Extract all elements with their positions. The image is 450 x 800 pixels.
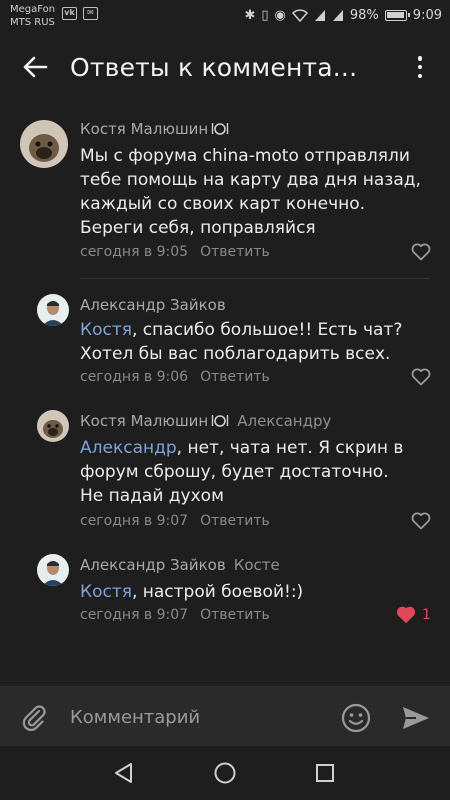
page-title: Ответы к коммента...: [70, 52, 358, 82]
mention-link[interactable]: Костя: [80, 582, 132, 602]
comment-composer: [0, 686, 450, 746]
heart-outline-icon: [411, 243, 431, 261]
send-icon: [403, 707, 429, 729]
avatar[interactable]: [20, 120, 68, 168]
more-menu-button[interactable]: [408, 54, 432, 80]
comment-time: сегодня в 9:07: [80, 513, 189, 529]
more-vert-icon: [417, 56, 423, 61]
reply-to-name[interactable]: Александру: [237, 412, 331, 430]
carrier-info: MegaFon MTS RUS: [10, 3, 55, 29]
nav-back-button[interactable]: [111, 760, 137, 786]
triangle-back-icon: [115, 763, 132, 783]
arrow-left-icon: [23, 56, 48, 78]
back-button[interactable]: [0, 34, 70, 100]
reply-button[interactable]: Ответить: [200, 607, 270, 623]
mention-link[interactable]: Александр: [80, 438, 177, 458]
comment-time: сегодня в 9:06: [80, 369, 189, 385]
battery-icon: [384, 10, 410, 21]
battery-percent: 98%: [349, 8, 379, 23]
send-button[interactable]: [400, 703, 432, 733]
comment-author[interactable]: Александр Зайков: [80, 556, 226, 574]
vk-icon: vk: [62, 7, 77, 20]
vibrate-icon: ▯: [261, 8, 269, 23]
divider: [80, 278, 430, 279]
comment-time: сегодня в 9:07: [80, 607, 189, 623]
app-bar: Ответы к коммента...: [0, 34, 450, 100]
nav-recents-button[interactable]: [312, 760, 338, 786]
wifi-icon: [291, 9, 308, 22]
carrier-2: MTS RUS: [10, 17, 55, 28]
reply-button[interactable]: Ответить: [200, 513, 270, 529]
reply-button[interactable]: Ответить: [200, 244, 270, 260]
nav-home-button[interactable]: [212, 760, 238, 786]
system-nav-bar: [0, 746, 450, 800]
plate-icon: [212, 415, 229, 427]
like-button[interactable]: [411, 512, 431, 530]
comment-author[interactable]: Александр Зайков: [80, 296, 226, 314]
clock: 9:09: [412, 8, 442, 23]
signal-icon: [332, 10, 343, 21]
comment-text: Костя, спасибо большое!! Есть чат? Хотел…: [80, 320, 403, 364]
comment-text: Мы с форума china-moto отправляли тебе п…: [80, 146, 421, 238]
status-bar: MegaFon MTS RUS vk ✉ ✱ ▯ ◉ 98% 9:09: [0, 0, 450, 34]
mention-link[interactable]: Костя: [80, 320, 132, 340]
comment-time: сегодня в 9:05: [80, 244, 189, 260]
avatar[interactable]: [37, 554, 69, 586]
like-button[interactable]: [411, 368, 431, 386]
reply-to-name[interactable]: Косте: [234, 556, 280, 574]
smiley-icon: [341, 703, 371, 733]
plate-icon: [212, 123, 229, 135]
attach-button[interactable]: [20, 703, 50, 733]
comment-author[interactable]: Костя Малюшин: [80, 120, 208, 138]
comment-author[interactable]: Костя Малюшин: [80, 412, 208, 430]
eye-icon: ◉: [274, 8, 286, 23]
emoji-button[interactable]: [340, 702, 372, 734]
avatar[interactable]: [37, 294, 69, 326]
heart-outline-icon: [411, 368, 431, 386]
like-button[interactable]: 1: [396, 606, 431, 624]
comment-text: Александр, нет, чата нет. Я скрин в фору…: [80, 438, 404, 506]
mail-icon: ✉: [83, 7, 98, 20]
like-count: 1: [422, 607, 431, 623]
comment-input[interactable]: [70, 701, 320, 733]
comment-text: Костя, настрой боевой!:): [80, 582, 304, 602]
reply-button[interactable]: Ответить: [200, 369, 270, 385]
paperclip-icon: [22, 705, 46, 731]
heart-filled-icon: [396, 606, 416, 624]
circle-home-icon: [214, 762, 236, 784]
heart-outline-icon: [411, 512, 431, 530]
bluetooth-icon: ✱: [244, 8, 256, 23]
signal-icon: [314, 10, 325, 21]
carrier-1: MegaFon: [10, 4, 56, 15]
like-button[interactable]: [411, 243, 431, 261]
square-recents-icon: [316, 764, 334, 782]
avatar[interactable]: [37, 410, 69, 442]
